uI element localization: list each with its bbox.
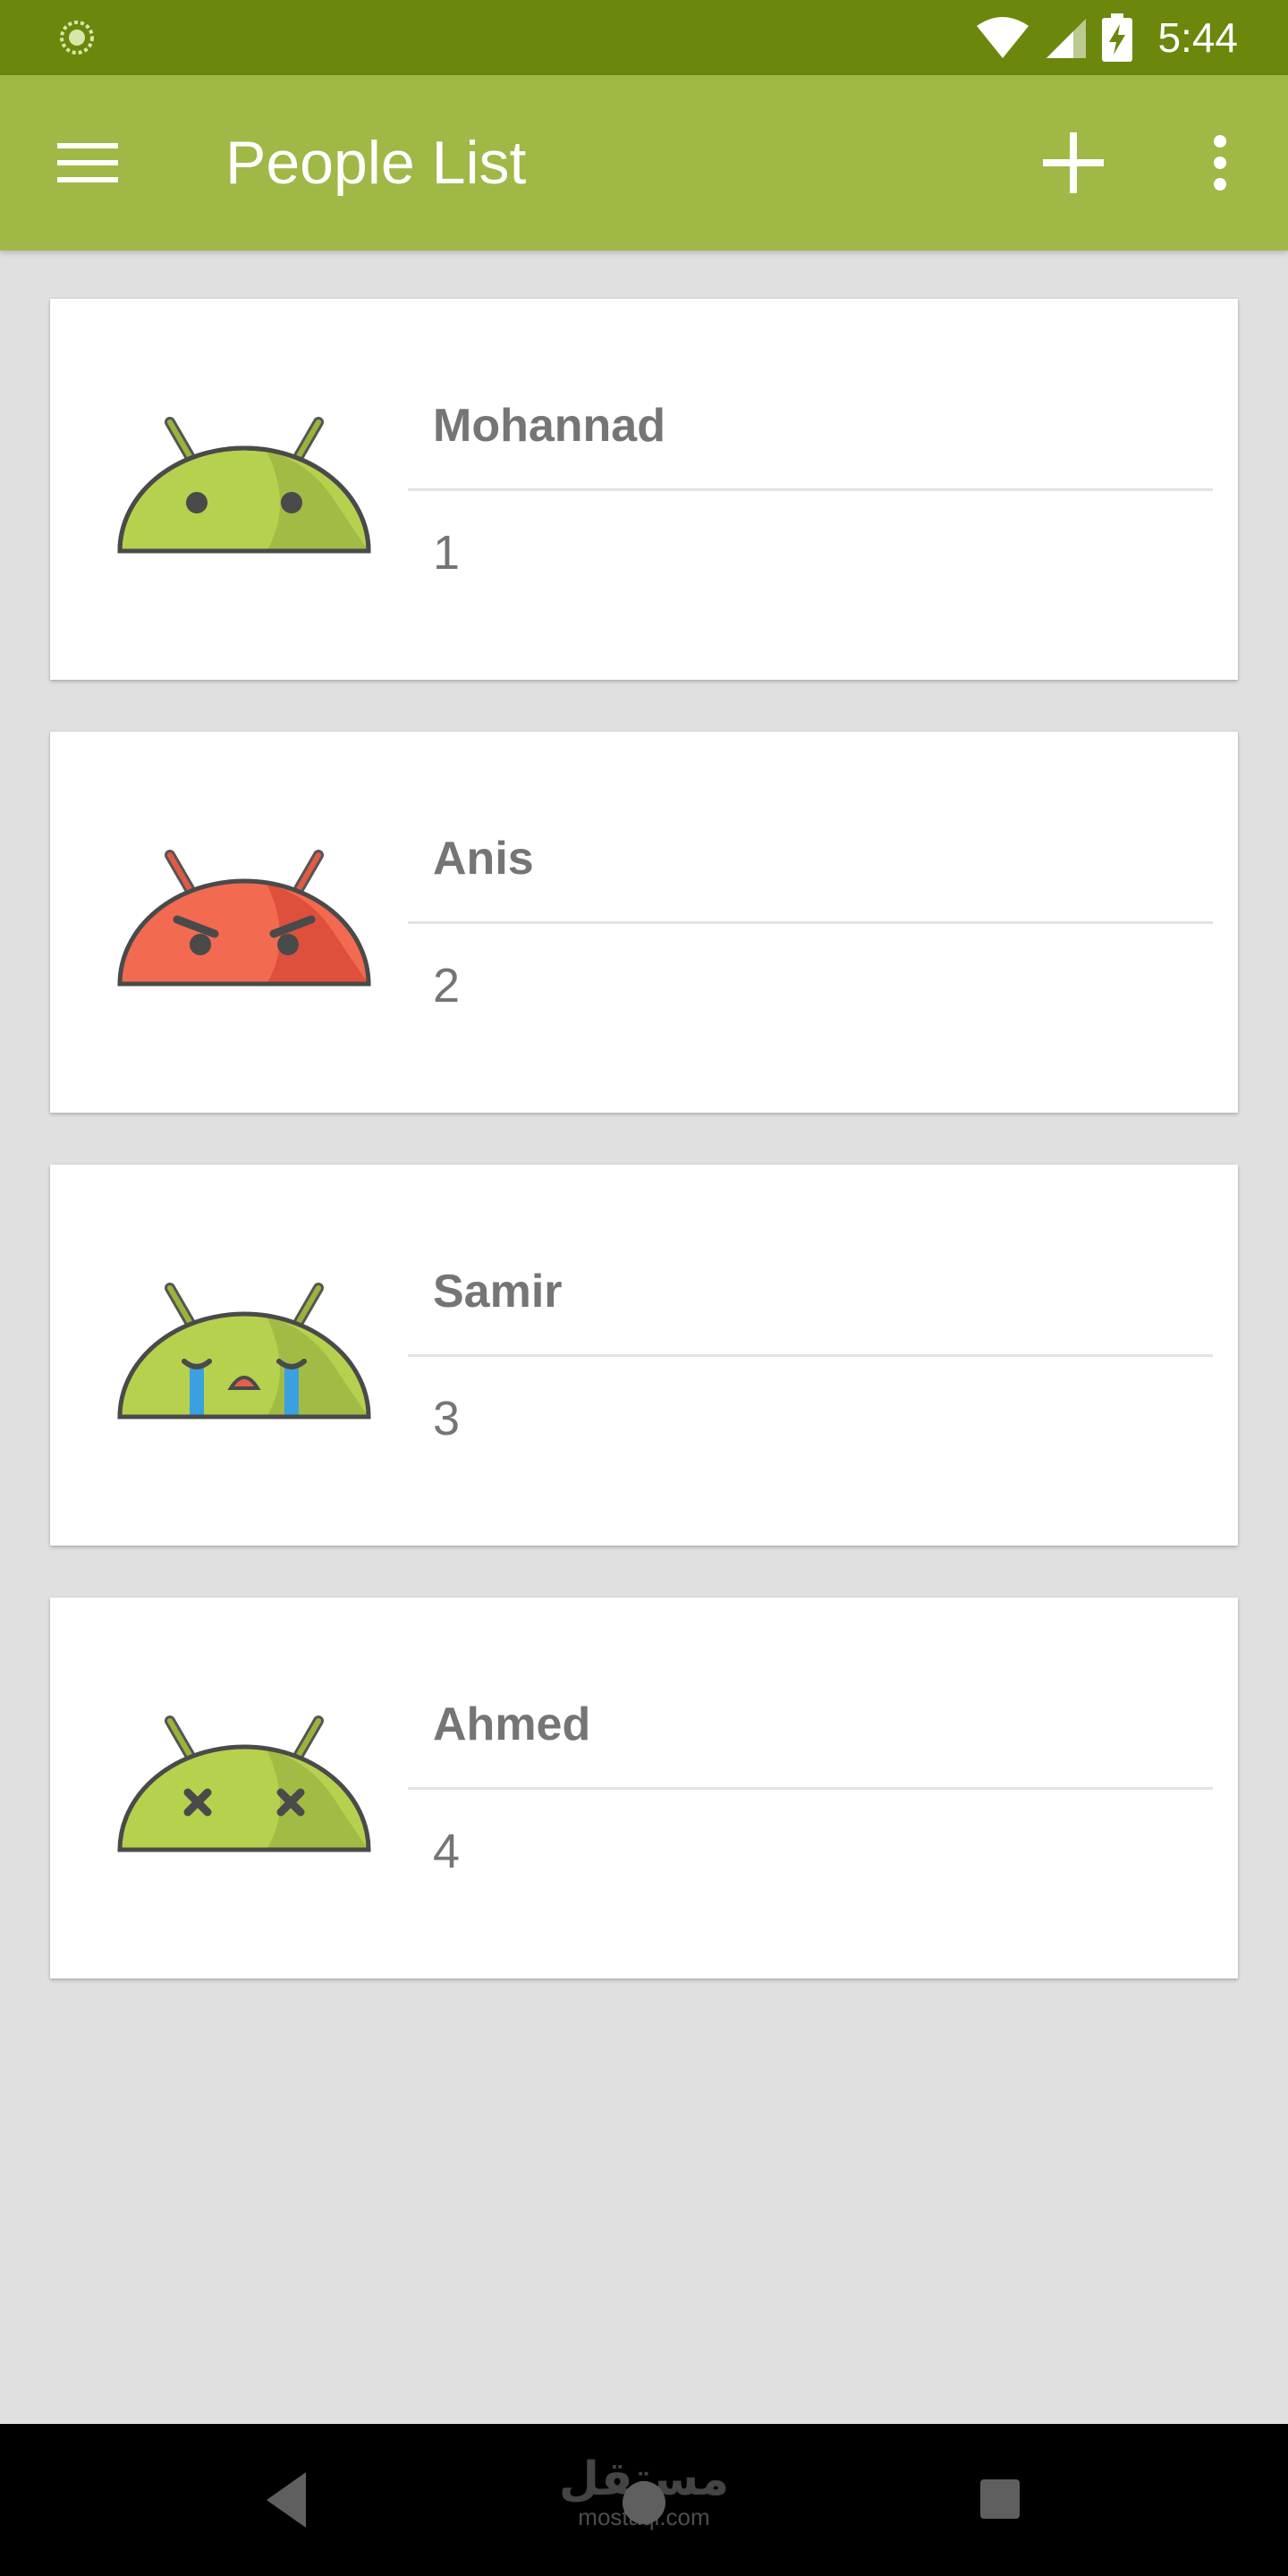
android-dead-icon [117, 1716, 371, 1852]
card-divider [408, 1354, 1213, 1357]
plus-icon [1043, 132, 1104, 193]
person-name: Ahmed [433, 1699, 591, 1750]
recents-square-icon[interactable] [980, 2479, 1020, 2519]
card-divider [408, 1787, 1213, 1790]
card-divider [408, 488, 1213, 491]
app-bar: People List [0, 75, 1288, 250]
card-divider [408, 921, 1213, 924]
menu-button[interactable] [45, 136, 131, 190]
status-icons: 5:44 [975, 0, 1238, 75]
person-number: 2 [433, 959, 461, 1013]
person-name: Anis [433, 833, 534, 885]
android-neutral-icon [117, 417, 371, 554]
status-bar: 5:44 [0, 0, 1288, 75]
wifi-icon [977, 17, 1030, 58]
person-number: 3 [433, 1392, 461, 1445]
person-card[interactable]: Ahmed 4 [50, 1597, 1238, 1979]
person-number: 4 [433, 1825, 461, 1878]
more-vert-icon [1214, 135, 1226, 191]
person-card[interactable]: Anis 2 [50, 732, 1238, 1113]
back-triangle-icon[interactable] [263, 2469, 309, 2531]
person-card[interactable]: Mohannad 1 [50, 299, 1238, 680]
more-options-button[interactable] [1177, 120, 1263, 206]
hamburger-menu-icon [57, 143, 118, 182]
app-notification-icon [60, 21, 94, 55]
page-title: People List [225, 129, 527, 197]
person-number: 1 [433, 526, 461, 580]
person-name: Mohannad [433, 400, 665, 452]
add-person-button[interactable] [1030, 120, 1116, 206]
android-angry-icon [117, 850, 371, 987]
person-card[interactable]: Samir 3 [50, 1165, 1238, 1546]
cellular-signal-icon [1046, 19, 1087, 58]
battery-charging-icon [1102, 13, 1133, 62]
status-time: 5:44 [1157, 14, 1238, 61]
navigation-bar: مستقل mostaql.com [0, 2424, 1288, 2576]
home-circle-icon[interactable] [623, 2481, 665, 2524]
person-name: Samir [433, 1266, 563, 1318]
android-crying-icon [117, 1283, 371, 1419]
